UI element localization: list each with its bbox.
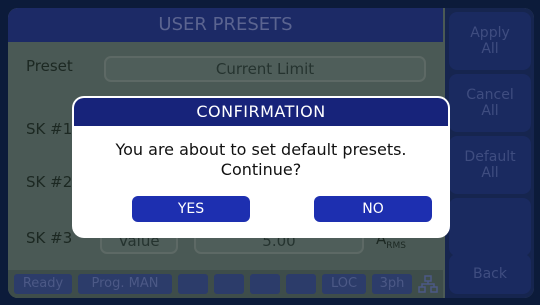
dialog-message: You are about to set default presets. Co… (74, 140, 448, 180)
instrument-screen: USER PRESETS Preset Current Limit SK #1 … (8, 8, 534, 298)
status-prog: Prog. MAN (78, 274, 172, 294)
status-ready: Ready (14, 274, 72, 294)
status-slot-4 (286, 274, 316, 294)
preset-select[interactable]: Current Limit (104, 56, 426, 82)
sk2-label: SK #2 (26, 173, 73, 191)
default-all-line2: All (481, 165, 499, 181)
status-loc: LOC (322, 274, 366, 294)
default-all-label: Default All (464, 149, 515, 181)
default-all-line1: Default (464, 149, 516, 165)
no-button[interactable]: NO (314, 196, 432, 222)
status-slot-3 (250, 274, 280, 294)
apply-all-button[interactable]: Apply All (449, 12, 531, 70)
apply-all-line1: Apply (470, 25, 510, 41)
cancel-all-button[interactable]: Cancel All (449, 74, 531, 132)
softkey-sidebar: Apply All Cancel All Default All Back (445, 8, 534, 298)
status-phase: 3ph (372, 274, 412, 294)
dialog-message-line1: You are about to set default presets. (115, 140, 407, 159)
status-slot-1 (178, 274, 208, 294)
yes-button[interactable]: YES (132, 196, 250, 222)
cancel-all-line2: All (481, 103, 499, 119)
page-title: USER PRESETS (8, 8, 443, 42)
apply-all-line2: All (481, 41, 499, 57)
sk3-label: SK #3 (26, 229, 73, 247)
network-icon (418, 274, 438, 294)
dialog-title: CONFIRMATION (74, 98, 448, 126)
preset-row: Preset Current Limit (8, 50, 443, 84)
status-bar: Ready Prog. MAN LOC 3ph (8, 270, 443, 298)
status-slot-2 (214, 274, 244, 294)
back-button[interactable]: Back (449, 254, 531, 294)
empty-softkey-button[interactable] (449, 198, 531, 256)
default-all-button[interactable]: Default All (449, 136, 531, 194)
cancel-all-line1: Cancel (466, 87, 514, 103)
apply-all-label: Apply All (470, 25, 510, 57)
sk1-label: SK #1 (26, 120, 73, 138)
cancel-all-label: Cancel All (466, 87, 513, 119)
preset-label: Preset (26, 57, 73, 75)
unit-subscript: RMS (386, 241, 406, 251)
dialog-message-line2: Continue? (220, 160, 302, 179)
confirmation-dialog: CONFIRMATION You are about to set defaul… (74, 98, 448, 236)
